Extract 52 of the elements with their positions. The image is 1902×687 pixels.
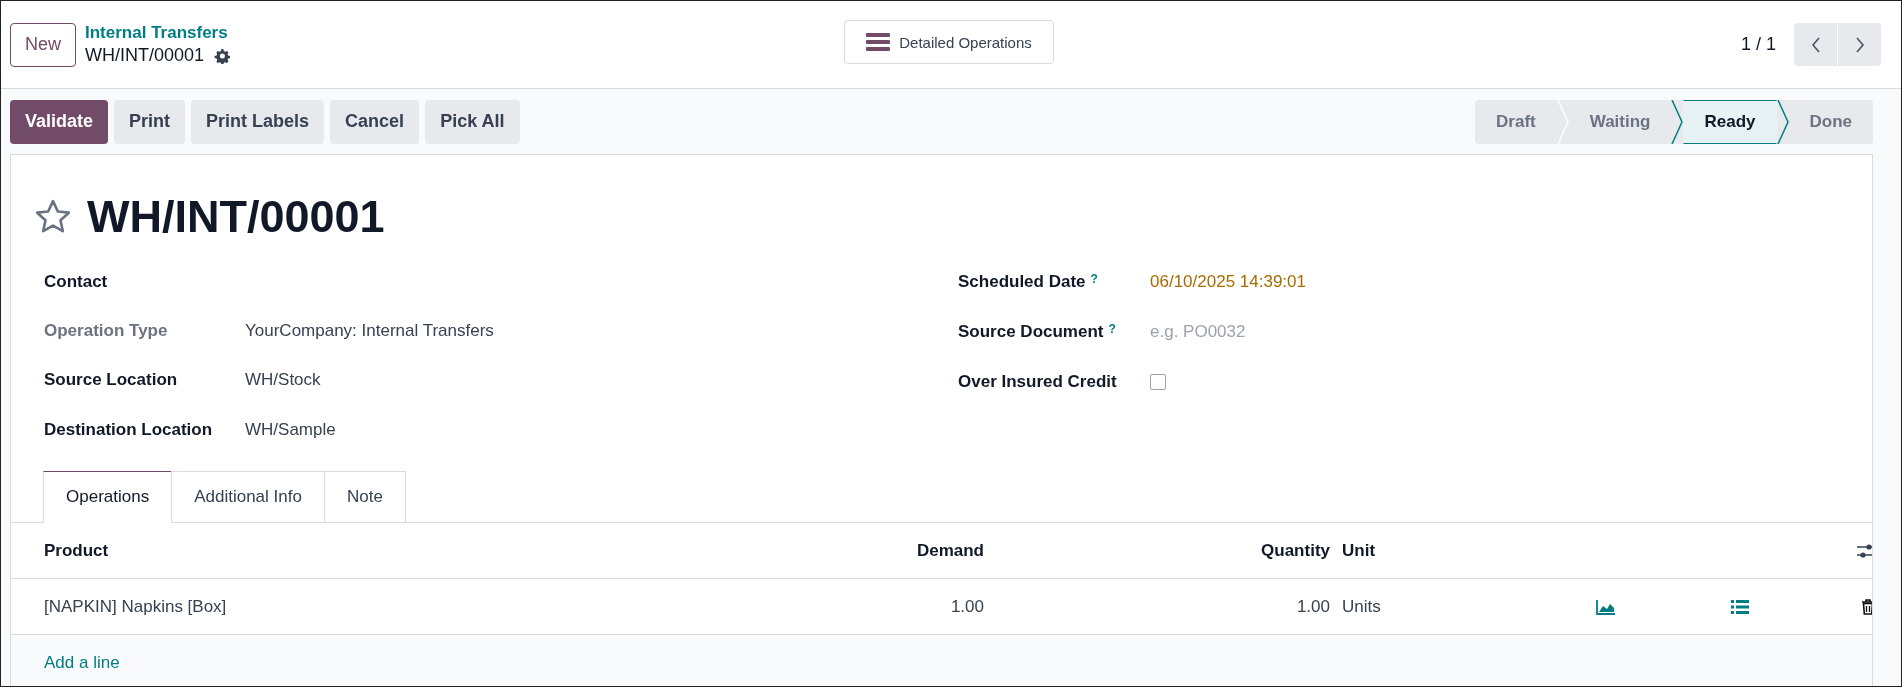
status-step[interactable]: Draft [1475, 99, 1557, 144]
table-cell-text: 1.00 [1295, 596, 1330, 617]
help-mark[interactable]: ? [1090, 272, 1098, 286]
area-chart-icon[interactable] [1596, 598, 1616, 615]
chevron-left-icon [1810, 36, 1821, 53]
tab[interactable]: Operations [43, 471, 173, 523]
column-header[interactable]: Unit [1330, 540, 1537, 561]
record-name: WH/INT/00001 [85, 45, 205, 66]
table-cell-text: [NAPKIN] Napkins [Box] [44, 596, 228, 617]
trash-icon[interactable] [1861, 598, 1872, 615]
action-button[interactable]: Print [114, 99, 186, 144]
settings-sliders-icon[interactable] [1857, 542, 1872, 559]
field-label: Source Document [958, 322, 1104, 342]
field-value[interactable]: WH/Sample [245, 420, 336, 440]
status-step[interactable]: Waiting [1568, 99, 1672, 144]
action-button[interactable]: Cancel [330, 99, 420, 144]
record-title: WH/INT/00001 [87, 191, 385, 243]
status-step[interactable]: Done [1788, 99, 1873, 144]
field-value[interactable]: YourCompany: Internal Transfers [245, 321, 494, 341]
field-value[interactable]: WH/Stock [245, 370, 321, 390]
tab[interactable]: Note [323, 471, 406, 522]
detailed-operations-button[interactable]: Detailed Operations [844, 20, 1054, 64]
settings-icon[interactable] [214, 47, 231, 64]
list-icon[interactable] [1731, 599, 1749, 614]
table-cell-text: 1.00 [949, 596, 984, 617]
chevron-right-icon [1854, 36, 1865, 53]
new-button[interactable]: New [10, 22, 76, 67]
status-step[interactable]: Ready [1683, 99, 1777, 144]
action-button[interactable]: Pick All [425, 99, 520, 144]
field-label: Scheduled Date [958, 272, 1086, 292]
column-header[interactable]: Product [44, 540, 649, 561]
step-separator-icon [1671, 99, 1684, 144]
field-label: Over Insured Credit [958, 372, 1117, 392]
column-header[interactable]: Quantity [984, 540, 1330, 561]
input-field[interactable]: e.g. PO0032 [1150, 322, 1450, 342]
field-label: Contact [44, 272, 109, 292]
table-cell-text: Units [1341, 596, 1382, 617]
help-mark[interactable]: ? [1108, 322, 1116, 336]
menu-icon [866, 32, 891, 52]
date-field[interactable]: 06/10/2025 14:39:01 [1150, 272, 1306, 292]
field-label: Operation Type [44, 321, 169, 341]
add-line-link[interactable]: Add a line [44, 652, 120, 673]
action-button[interactable]: Print Labels [191, 99, 325, 144]
step-separator-icon [1556, 99, 1569, 144]
column-header[interactable]: Demand [649, 540, 984, 561]
breadcrumb-link[interactable]: Internal Transfers [85, 23, 231, 43]
field-label: Source Location [44, 370, 179, 390]
action-button[interactable]: Validate [10, 99, 109, 144]
field-label: Destination Location [44, 420, 214, 440]
step-separator-icon [1776, 99, 1789, 144]
checkbox[interactable] [1150, 374, 1166, 390]
pager-value: 1 / 1 [1740, 34, 1776, 55]
